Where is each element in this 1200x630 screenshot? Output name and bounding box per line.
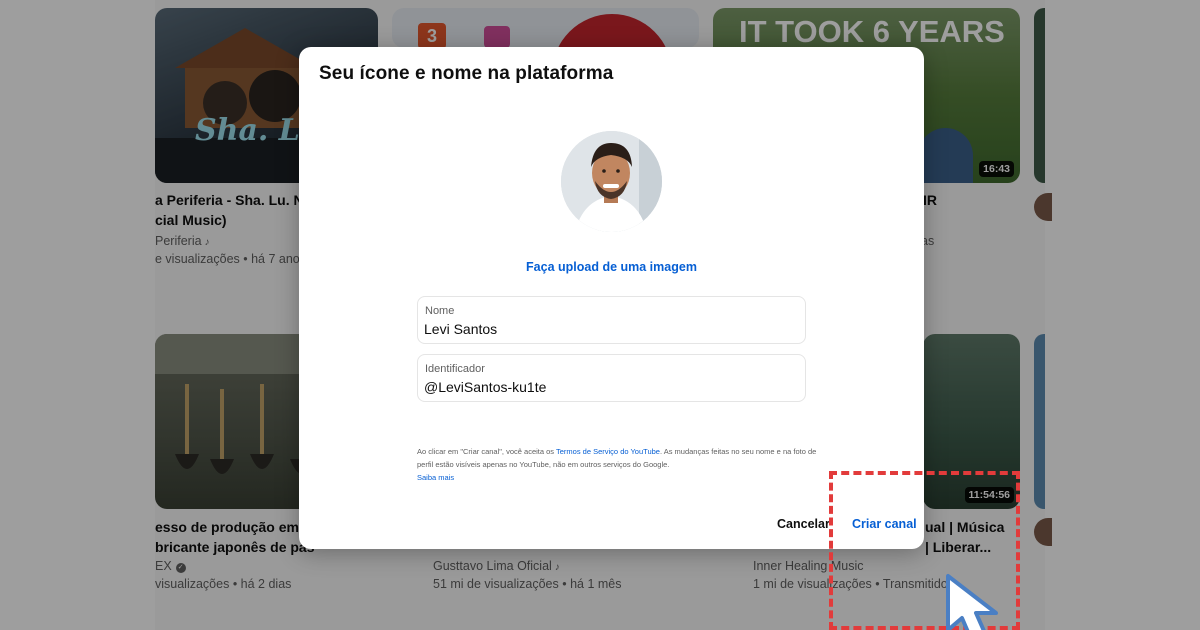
name-field-label: Nome [425,305,455,317]
profile-avatar[interactable] [561,131,662,232]
upload-image-link[interactable]: Faça upload de uma imagem [299,260,924,274]
name-input[interactable] [424,321,794,337]
profile-photo [561,131,662,232]
terms-of-service-link[interactable]: Termos de Serviço do YouTube [556,447,660,456]
handle-field-label: Identificador [425,363,485,375]
handle-input[interactable] [424,379,794,395]
handle-field[interactable]: Identificador [417,354,806,402]
name-field[interactable]: Nome [417,296,806,344]
legal-notice: Ao clicar em "Criar canal", você aceita … [417,445,817,484]
learn-more-link[interactable]: Saiba mais [417,473,454,482]
cancel-button[interactable]: Cancelar [777,517,830,531]
dialog-title: Seu ícone e nome na plataforma [319,63,614,84]
mouse-cursor-icon [946,574,998,630]
legal-text-1: Ao clicar em "Criar canal", você aceita … [417,447,556,456]
